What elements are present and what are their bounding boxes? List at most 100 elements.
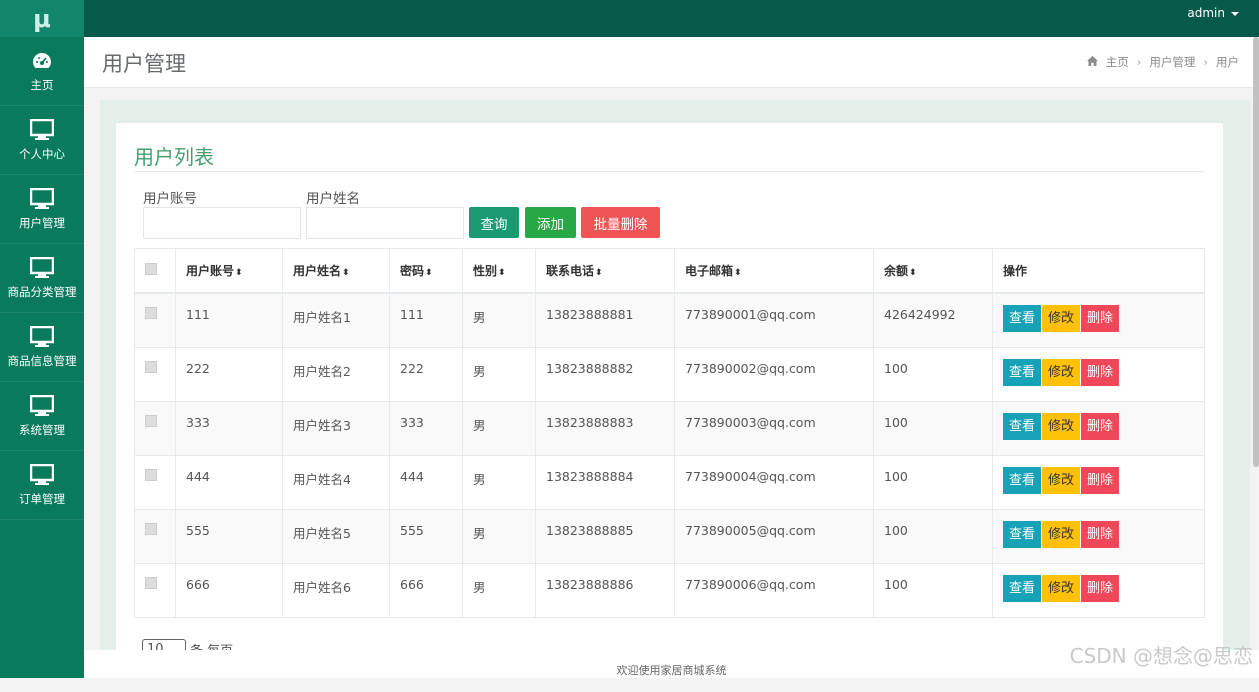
cell-balance: 100 xyxy=(873,454,993,510)
delete-button[interactable]: 删除 xyxy=(1081,520,1120,548)
sidebar-item-orders[interactable]: 订单管理 xyxy=(0,451,84,520)
page-header: 用户管理 主页 › 用户管理 › 用户 xyxy=(84,37,1259,88)
view-button[interactable]: 查看 xyxy=(1003,466,1042,494)
sidebar-item-category[interactable]: 商品分类管理 xyxy=(0,244,84,313)
edit-button[interactable]: 修改 xyxy=(1042,574,1081,602)
sort-icon: ⬍ xyxy=(425,268,433,278)
column-header-phone[interactable]: 联系电话⬍ xyxy=(535,248,675,294)
sidebar-item-label: 订单管理 xyxy=(19,492,65,506)
delete-button[interactable]: 删除 xyxy=(1081,358,1120,386)
cell-email: 773890002@qq.com xyxy=(674,346,874,402)
edit-button[interactable]: 修改 xyxy=(1042,520,1081,548)
chevron-right-icon: › xyxy=(1136,55,1142,69)
breadcrumb: 主页 › 用户管理 › 用户 xyxy=(1086,54,1239,70)
sidebar-item-products[interactable]: 商品信息管理 xyxy=(0,313,84,382)
batch-delete-button[interactable]: 批量删除 xyxy=(581,207,660,238)
cell-account: 111 xyxy=(175,292,283,348)
sidebar-item-home[interactable]: 主页 xyxy=(0,37,84,106)
watermark: CSDN @想念@思恋 xyxy=(1069,644,1253,668)
chevron-right-icon: › xyxy=(1203,55,1208,69)
row-select-cell xyxy=(134,400,176,456)
dashboard-icon xyxy=(31,49,53,73)
view-button[interactable]: 查看 xyxy=(1003,520,1042,548)
app-logo: μ xyxy=(0,0,84,37)
sidebar-item-profile[interactable]: 个人中心 xyxy=(0,106,84,175)
sidebar-item-users[interactable]: 用户管理 xyxy=(0,175,84,244)
account-filter-label: 用户账号 xyxy=(143,191,197,207)
column-header-gender[interactable]: 性别⬍ xyxy=(462,248,536,294)
cell-actions: 查看 修改 删除 xyxy=(992,346,1205,402)
cell-gender: 男 xyxy=(462,400,536,456)
cell-email: 773890005@qq.com xyxy=(674,508,874,564)
cell-gender: 男 xyxy=(462,454,536,510)
cell-gender: 男 xyxy=(462,346,536,402)
row-checkbox[interactable] xyxy=(145,307,157,319)
row-checkbox[interactable] xyxy=(145,360,157,373)
edit-button[interactable]: 修改 xyxy=(1042,412,1081,440)
sort-icon: ⬍ xyxy=(235,268,243,278)
cell-account: 333 xyxy=(175,400,283,456)
table-row: 444 用户姓名4 444 男 13823888884 773890004@qq… xyxy=(134,454,1205,510)
row-checkbox[interactable] xyxy=(145,468,157,481)
cell-phone: 13823888884 xyxy=(535,454,675,510)
column-header-balance[interactable]: 余额⬍ xyxy=(873,248,993,294)
cell-password: 666 xyxy=(389,562,463,618)
home-icon xyxy=(1086,55,1098,69)
edit-button[interactable]: 修改 xyxy=(1042,305,1081,332)
row-select-cell xyxy=(134,292,176,348)
view-button[interactable]: 查看 xyxy=(1003,412,1042,440)
breadcrumb-home[interactable]: 主页 xyxy=(1106,54,1129,70)
select-all-checkbox[interactable] xyxy=(145,263,157,275)
delete-button[interactable]: 删除 xyxy=(1081,412,1120,440)
column-header-email[interactable]: 电子邮箱⬍ xyxy=(674,248,874,294)
cell-email: 773890006@qq.com xyxy=(674,562,874,618)
monitor-icon xyxy=(30,118,54,142)
table-row: 555 用户姓名5 555 男 13823888885 773890005@qq… xyxy=(134,508,1205,564)
sidebar-item-label: 主页 xyxy=(30,78,54,92)
user-menu[interactable]: admin xyxy=(1187,0,1239,26)
column-header-password[interactable]: 密码⬍ xyxy=(389,248,463,294)
column-header-account[interactable]: 用户账号⬍ xyxy=(175,248,283,294)
sort-icon: ⬍ xyxy=(734,268,742,278)
breadcrumb-users[interactable]: 用户管理 xyxy=(1149,54,1195,70)
add-button[interactable]: 添加 xyxy=(525,207,576,238)
row-checkbox[interactable] xyxy=(145,576,157,589)
row-select-cell xyxy=(134,346,176,402)
divider xyxy=(134,171,1205,172)
sort-icon: ⬍ xyxy=(595,268,603,278)
sidebar: 主页 个人中心 用户管理 商品分类管理 商品信息管理 系统管理 订单管理 xyxy=(0,37,84,678)
table-row: 111 用户姓名1 111 男 13823888881 773890001@qq… xyxy=(134,292,1205,348)
view-button[interactable]: 查看 xyxy=(1003,358,1042,386)
cell-name: 用户姓名4 xyxy=(282,454,390,510)
view-button[interactable]: 查看 xyxy=(1003,305,1042,332)
column-header-name[interactable]: 用户姓名⬍ xyxy=(282,248,390,294)
edit-button[interactable]: 修改 xyxy=(1042,358,1081,386)
sidebar-item-label: 商品信息管理 xyxy=(7,354,77,368)
delete-button[interactable]: 删除 xyxy=(1081,574,1120,602)
account-filter-input[interactable] xyxy=(143,207,301,239)
user-name: admin xyxy=(1187,6,1225,20)
sort-icon: ⬍ xyxy=(909,268,917,278)
caret-down-icon xyxy=(1231,11,1239,16)
cell-balance: 100 xyxy=(873,346,993,402)
monitor-icon xyxy=(30,187,54,211)
edit-button[interactable]: 修改 xyxy=(1042,466,1081,494)
delete-button[interactable]: 删除 xyxy=(1081,305,1120,332)
table-header-row: 用户账号⬍ 用户姓名⬍ 密码⬍ 性别⬍ 联系电话⬍ 电子邮箱⬍ 余额⬍ 操作 xyxy=(134,248,1205,294)
delete-button[interactable]: 删除 xyxy=(1081,466,1120,494)
view-button[interactable]: 查看 xyxy=(1003,574,1042,602)
row-checkbox[interactable] xyxy=(145,522,157,535)
sort-icon: ⬍ xyxy=(342,268,350,278)
query-button[interactable]: 查询 xyxy=(469,207,519,238)
cell-name: 用户姓名1 xyxy=(282,292,390,348)
cell-actions: 查看 修改 删除 xyxy=(992,562,1205,618)
cell-password: 444 xyxy=(389,454,463,510)
page-scrollbar[interactable] xyxy=(1253,37,1259,467)
name-filter-input[interactable] xyxy=(306,207,464,239)
row-checkbox[interactable] xyxy=(145,414,157,427)
sidebar-item-system[interactable]: 系统管理 xyxy=(0,382,84,451)
cell-phone: 13823888882 xyxy=(535,346,675,402)
cell-email: 773890001@qq.com xyxy=(674,292,874,348)
monitor-icon xyxy=(30,463,54,487)
sidebar-item-label: 用户管理 xyxy=(19,216,65,230)
